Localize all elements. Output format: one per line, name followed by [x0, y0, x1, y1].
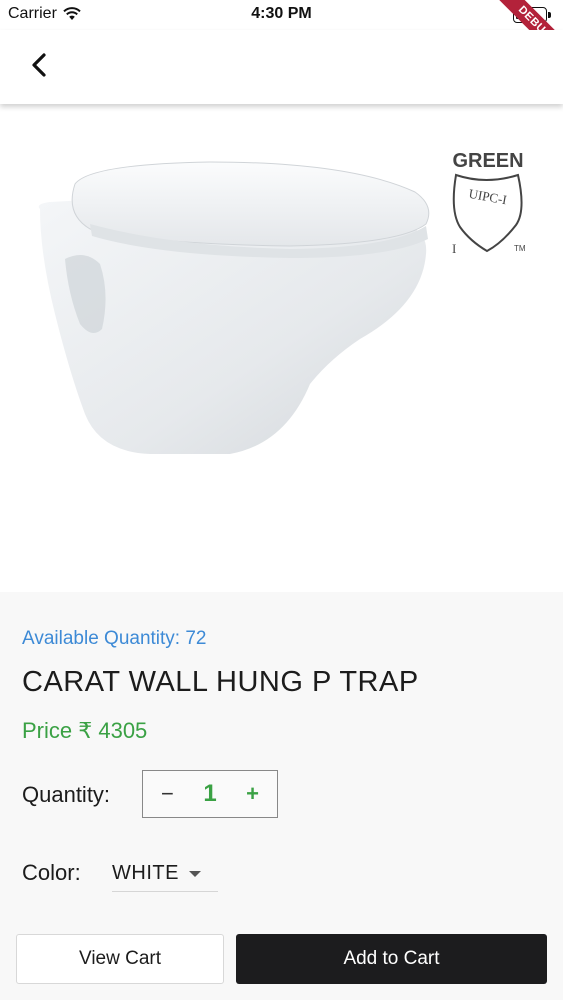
status-bar: Carrier 4:30 PM	[0, 0, 563, 30]
decrement-button[interactable]: −	[161, 781, 174, 807]
increment-button[interactable]: +	[246, 781, 259, 807]
app-bar	[0, 30, 563, 104]
chevron-left-icon	[32, 53, 46, 77]
back-button[interactable]	[22, 48, 56, 82]
product-image	[38, 161, 430, 454]
svg-text:UIPC-I: UIPC-I	[468, 186, 508, 207]
product-details: Available Quantity: 72 CARAT WALL HUNG P…	[0, 592, 563, 1000]
status-time: 4:30 PM	[251, 5, 312, 22]
product-hero: GREEN UIPC-I I TM	[0, 104, 563, 592]
certification-logo: GREEN UIPC-I I TM	[440, 149, 532, 259]
caret-down-icon	[188, 870, 201, 877]
product-price: Price ₹ 4305	[22, 718, 148, 743]
svg-text:TM: TM	[514, 244, 526, 253]
quantity-label: Quantity:	[22, 782, 111, 807]
quantity-stepper: − 1 +	[142, 770, 278, 818]
shield-icon: GREEN UIPC-I I TM	[452, 150, 526, 256]
color-selected-value: WHITE	[112, 862, 179, 884]
svg-text:I: I	[452, 241, 456, 256]
available-quantity: Available Quantity: 72	[22, 628, 207, 649]
view-cart-button[interactable]: View Cart	[16, 934, 224, 984]
color-dropdown[interactable]: WHITE	[112, 856, 218, 892]
quantity-value: 1	[203, 780, 217, 807]
svg-text:GREEN: GREEN	[452, 150, 523, 172]
product-title: CARAT WALL HUNG P TRAP	[22, 666, 419, 698]
add-to-cart-button[interactable]: Add to Cart	[236, 934, 547, 984]
color-label: Color:	[22, 860, 81, 885]
